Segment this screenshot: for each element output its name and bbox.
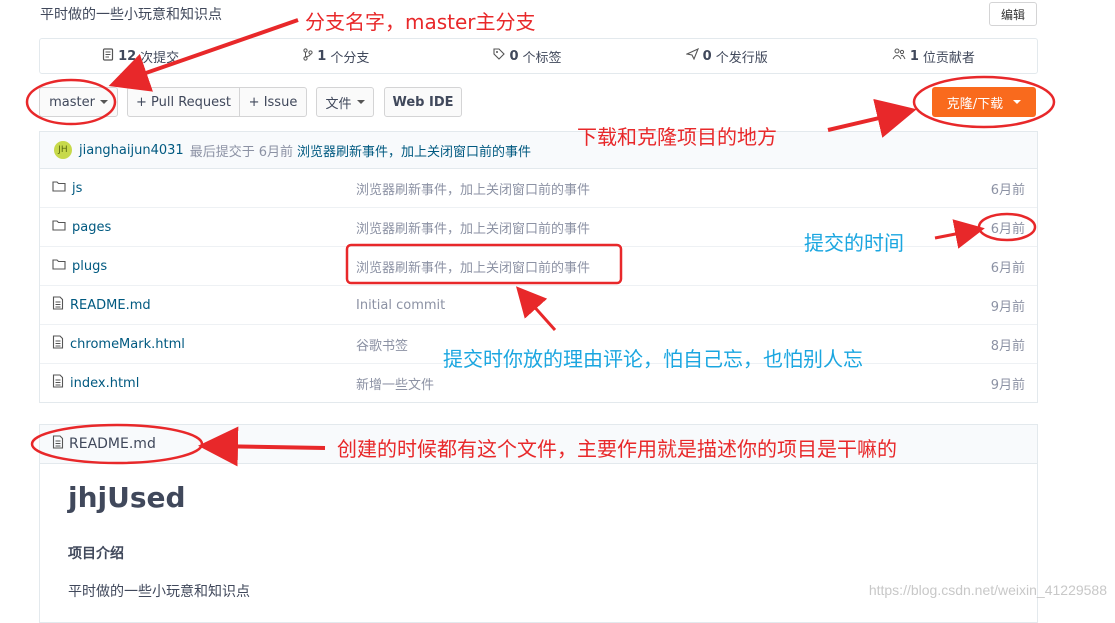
readme-content: jhjUsed 项目介绍 平时做的一些小玩意和知识点 — [39, 463, 1038, 623]
file-name: plugs — [72, 258, 108, 274]
clone-annotation-arrow — [827, 98, 917, 138]
file-name-link[interactable]: js — [52, 180, 82, 196]
branch-select-label: master — [49, 94, 95, 110]
folder-icon — [52, 219, 72, 235]
stat-label: 个标签 — [522, 50, 562, 66]
stat-label: 次提交 — [140, 50, 180, 66]
readme-section-heading: 项目介绍 — [68, 546, 124, 562]
repo-stats-bar: 12 次提交 1 个分支 0 个标签 0 个发行版 1 位贡献者 — [39, 38, 1038, 74]
chevron-down-icon — [356, 100, 365, 104]
file-commit-time: 8月前 — [990, 338, 1025, 354]
repo-description: 平时做的一些小玩意和知识点 — [40, 7, 222, 23]
file-name: js — [72, 180, 83, 196]
last-commit-bar: JH jianghaijun4031 最后提交于 6月前 浏览器刷新事件，加上关… — [39, 131, 1038, 169]
file-name: index.html — [70, 375, 140, 391]
readme-title: jhjUsed — [68, 481, 186, 514]
tag-icon — [493, 48, 506, 64]
stat-tags[interactable]: 0 个标签 — [493, 47, 562, 66]
commit-message[interactable]: 浏览器刷新事件，加上关闭窗口前的事件 — [297, 141, 531, 160]
branch-select[interactable]: master — [39, 87, 118, 117]
file-row[interactable]: README.md Initial commit 9月前 — [40, 285, 1037, 324]
commits-icon — [102, 47, 114, 65]
web-ide-button[interactable]: Web IDE — [384, 87, 462, 117]
annotation-commit-time: 提交的时间 — [804, 231, 904, 255]
stat-count: 1 — [317, 48, 327, 64]
folder-icon — [52, 258, 72, 274]
stat-count: 1 — [909, 48, 919, 64]
file-name: pages — [72, 219, 112, 235]
annotation-clone-place: 下载和克隆项目的地方 — [577, 125, 777, 149]
stat-commits[interactable]: 12 次提交 — [102, 47, 179, 66]
chevron-down-icon — [99, 100, 108, 104]
file-name: README.md — [70, 297, 151, 313]
file-icon — [52, 296, 70, 314]
file-icon — [52, 435, 64, 453]
file-icon — [52, 335, 70, 353]
readme-file-name: README.md — [69, 436, 156, 452]
file-commit-message[interactable]: 谷歌书签 — [356, 335, 408, 354]
readme-paragraph: 平时做的一些小玩意和知识点 — [68, 584, 250, 600]
stat-branches[interactable]: 1 个分支 — [303, 47, 369, 66]
file-dropdown[interactable]: 文件 — [316, 87, 374, 117]
stat-label: 个发行版 — [715, 50, 768, 66]
file-row[interactable]: js 浏览器刷新事件，加上关闭窗口前的事件 6月前 — [40, 169, 1037, 207]
file-dropdown-label: 文件 — [325, 96, 352, 112]
file-name-link[interactable]: README.md — [52, 296, 151, 314]
commit-time: 6月前 — [258, 144, 293, 160]
stat-label: 位贡献者 — [922, 50, 975, 66]
stat-count: 0 — [702, 48, 712, 64]
stat-contributors[interactable]: 1 位贡献者 — [892, 47, 975, 66]
file-commit-time: 9月前 — [990, 299, 1025, 315]
clone-download-label: 克隆/下载 — [946, 96, 1004, 112]
file-name-link[interactable]: plugs — [52, 258, 107, 274]
file-commit-time: 6月前 — [990, 182, 1025, 198]
release-icon — [684, 47, 699, 64]
file-name: chromeMark.html — [70, 336, 185, 352]
file-name-link[interactable]: chromeMark.html — [52, 335, 185, 353]
folder-icon — [52, 180, 72, 196]
chevron-down-icon — [1013, 100, 1022, 104]
file-name-link[interactable]: pages — [52, 219, 111, 235]
stat-count: 12 — [118, 48, 137, 64]
file-name-link[interactable]: index.html — [52, 374, 139, 392]
commit-label: 最后提交于 — [189, 144, 255, 160]
file-commit-message[interactable]: 浏览器刷新事件，加上关闭窗口前的事件 — [356, 257, 590, 276]
file-commit-time: 9月前 — [990, 377, 1025, 393]
pull-request-button[interactable]: + Pull Request — [127, 87, 240, 117]
file-commit-time: 6月前 — [990, 221, 1025, 237]
file-icon — [52, 374, 70, 392]
edit-button[interactable]: 编辑 — [989, 2, 1037, 26]
annotation-commit-reason: 提交时你放的理由评论，怕自己忘，也怕别人忘 — [443, 347, 863, 371]
branch-icon — [303, 47, 313, 65]
clone-download-button[interactable]: 克隆/下载 — [932, 87, 1036, 117]
stat-label: 个分支 — [330, 50, 370, 66]
file-commit-message[interactable]: 浏览器刷新事件，加上关闭窗口前的事件 — [356, 218, 590, 237]
file-commit-message[interactable]: Initial commit — [356, 298, 445, 313]
stat-count: 0 — [509, 48, 519, 64]
commit-author[interactable]: jianghaijun4031 — [79, 143, 184, 158]
annotation-readme-purpose: 创建的时候都有这个文件，主要作用就是描述你的项目是干嘛的 — [337, 437, 897, 461]
file-commit-message[interactable]: 浏览器刷新事件，加上关闭窗口前的事件 — [356, 179, 590, 198]
avatar[interactable]: JH — [54, 141, 72, 159]
file-commit-time: 6月前 — [990, 260, 1025, 276]
contributors-icon — [892, 48, 906, 64]
annotation-branch-name: 分支名字，master主分支 — [305, 10, 536, 34]
watermark: https://blog.csdn.net/weixin_41229588 — [868, 582, 1107, 598]
file-commit-message[interactable]: 新增一些文件 — [356, 374, 434, 393]
stat-releases[interactable]: 0 个发行版 — [684, 47, 768, 66]
issue-button[interactable]: + Issue — [239, 87, 307, 117]
